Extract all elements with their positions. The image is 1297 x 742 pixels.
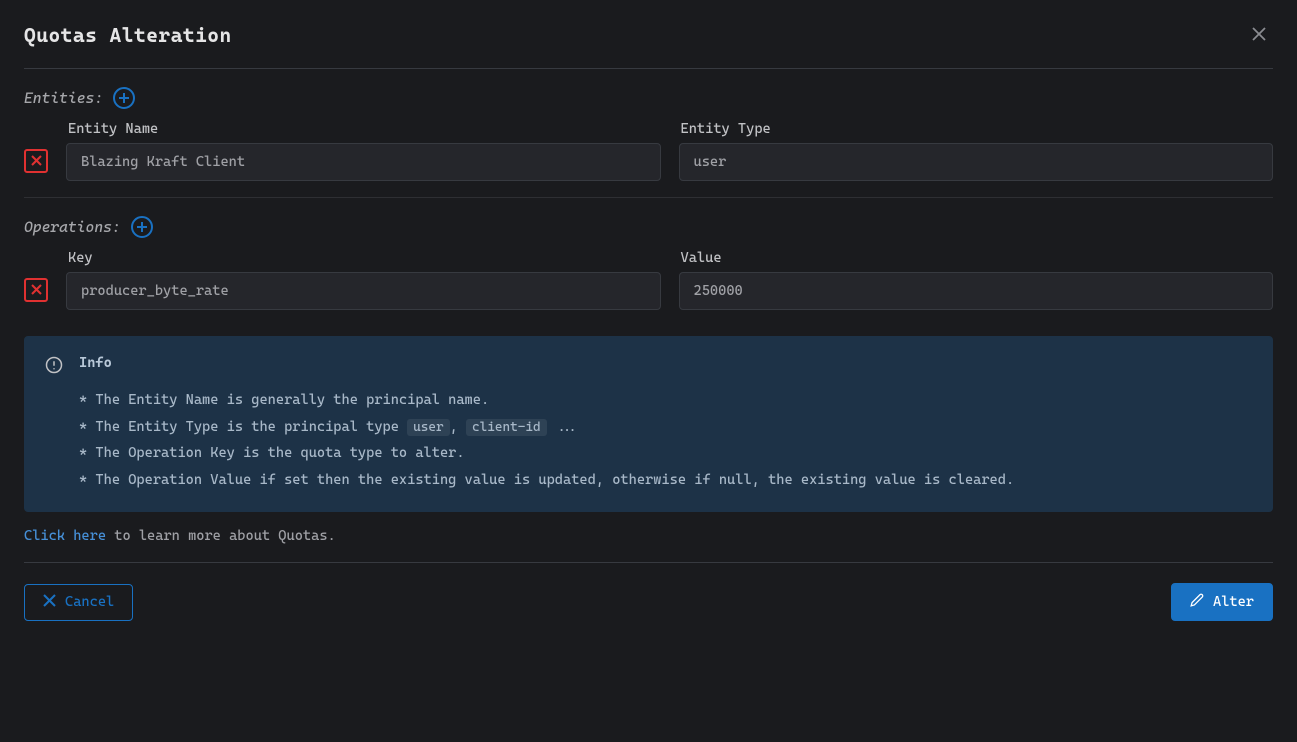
plus-icon: [118, 92, 130, 104]
x-icon: [31, 154, 42, 169]
operation-value-label: Value: [679, 250, 1274, 266]
dialog-footer: Cancel Alter: [24, 563, 1273, 621]
entities-section-header: Entities:: [24, 87, 1273, 109]
cancel-button-label: Cancel: [65, 594, 114, 610]
code-chip-user: user: [407, 419, 449, 436]
info-content: Info * The Entity Name is generally the …: [79, 355, 1252, 493]
dialog-title: Quotas Alteration: [24, 23, 232, 47]
entity-name-field: Entity Name: [66, 121, 661, 181]
delete-operation-button[interactable]: [24, 278, 48, 302]
entity-name-input[interactable]: [66, 143, 661, 181]
alter-button-label: Alter: [1213, 594, 1254, 610]
entities-section: Entities: Entity Name Entity Type: [24, 87, 1273, 198]
code-chip-clientid: client-id: [466, 419, 547, 436]
cancel-button[interactable]: Cancel: [24, 584, 133, 621]
info-line-1: * The Entity Name is generally the princ…: [79, 387, 1252, 414]
add-entity-button[interactable]: [113, 87, 135, 109]
operation-value-input[interactable]: [679, 272, 1274, 310]
operation-key-field: Key: [66, 250, 661, 310]
learn-more-rest: to learn more about Quotas.: [106, 528, 336, 544]
operations-section-label: Operations:: [24, 218, 121, 236]
operations-section-header: Operations:: [24, 216, 1273, 238]
entity-type-label: Entity Type: [679, 121, 1274, 137]
operations-section: Operations: Key Value: [24, 216, 1273, 318]
plus-icon: [136, 221, 148, 233]
learn-more-link[interactable]: Click here: [24, 528, 106, 544]
entity-type-input[interactable]: [679, 143, 1274, 181]
info-line-2-suffix: ...: [547, 419, 580, 435]
info-line-4: * The Operation Value if set then the ex…: [79, 467, 1252, 494]
entities-section-label: Entities:: [24, 89, 103, 107]
alter-button[interactable]: Alter: [1171, 583, 1273, 621]
info-line-3: * The Operation Key is the quota type to…: [79, 440, 1252, 467]
entity-name-label: Entity Name: [66, 121, 661, 137]
close-button[interactable]: [1245, 20, 1273, 50]
info-line-2-prefix: * The Entity Type is the principal type: [79, 419, 407, 435]
operation-key-label: Key: [66, 250, 661, 266]
x-icon: [43, 594, 56, 611]
close-icon: [1251, 22, 1267, 47]
info-lines: * The Entity Name is generally the princ…: [79, 387, 1252, 493]
info-box: Info * The Entity Name is generally the …: [24, 336, 1273, 512]
delete-entity-button[interactable]: [24, 149, 48, 173]
dialog-header: Quotas Alteration: [24, 20, 1273, 69]
add-operation-button[interactable]: [131, 216, 153, 238]
info-icon: [45, 355, 63, 493]
entity-row: Entity Name Entity Type: [24, 121, 1273, 181]
operation-value-field: Value: [679, 250, 1274, 310]
entity-type-field: Entity Type: [679, 121, 1274, 181]
operation-row: Key Value: [24, 250, 1273, 310]
info-line-2: * The Entity Type is the principal type …: [79, 414, 1252, 441]
pencil-icon: [1190, 593, 1204, 611]
info-line-2-sep: ,: [450, 419, 466, 435]
learn-more-text: Click here to learn more about Quotas.: [24, 528, 1273, 563]
x-icon: [31, 283, 42, 298]
info-title: Info: [79, 355, 1252, 371]
operation-key-input[interactable]: [66, 272, 661, 310]
